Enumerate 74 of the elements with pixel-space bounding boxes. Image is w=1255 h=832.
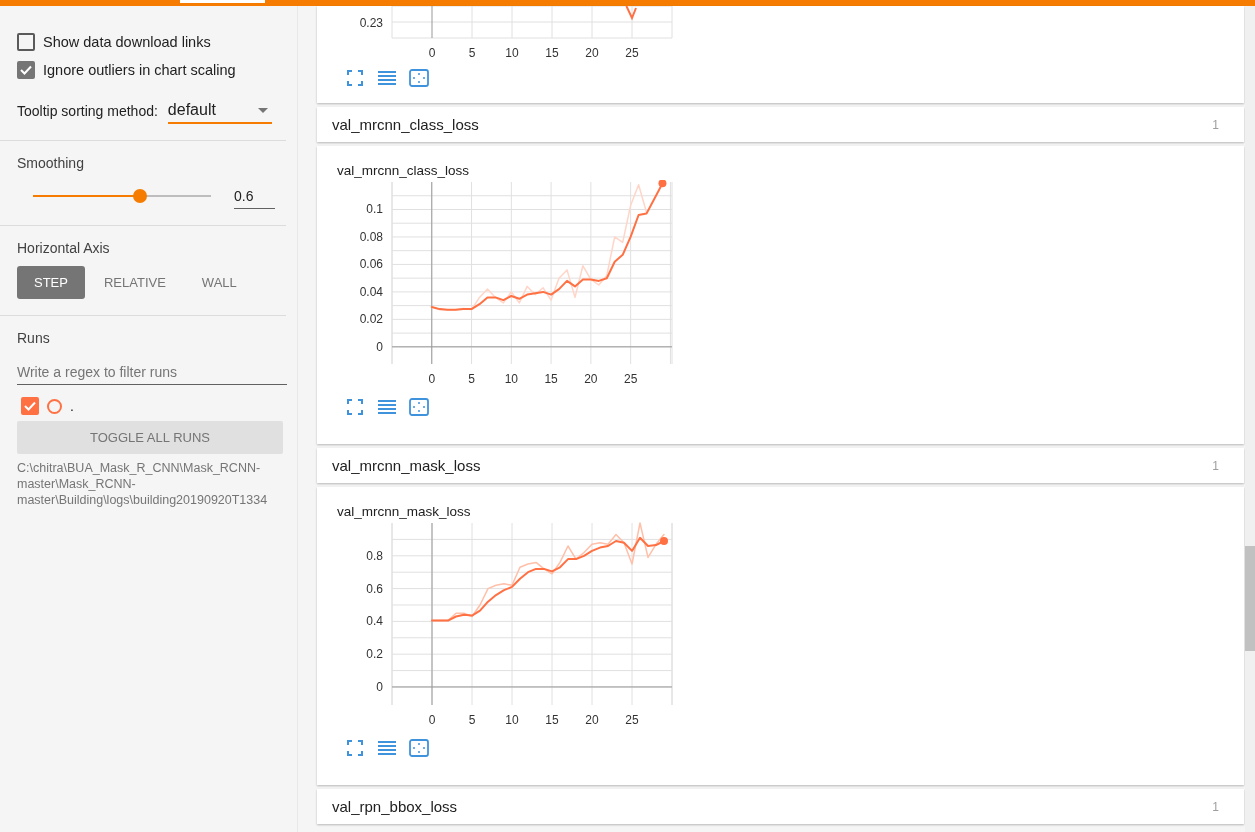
x-tick-label: 10 xyxy=(505,46,519,60)
y-tick-label: 0.8 xyxy=(366,548,383,563)
point-marker xyxy=(658,180,667,188)
section-title: Runs xyxy=(17,330,51,346)
x-tick-label: 25 xyxy=(625,713,639,727)
chart-title: val_mrcnn_class_loss xyxy=(337,163,471,178)
axis-option-button[interactable]: STEP xyxy=(17,266,85,299)
axis-option-button[interactable]: WALL xyxy=(184,266,254,299)
axis-line xyxy=(431,6,433,39)
category-count: 1 xyxy=(1212,117,1219,132)
category-count: 1 xyxy=(1212,458,1219,473)
checkbox-label: Ignore outliers in chart scaling xyxy=(43,62,236,78)
y-tick-label: 0.1 xyxy=(366,202,383,217)
toggle-all-runs-button[interactable]: TOGGLE ALL RUNS xyxy=(17,421,283,454)
tooltip-sorting-label: Tooltip sorting method: xyxy=(17,103,158,119)
y-tick-label: 0.6 xyxy=(366,581,383,596)
checkbox-label: Show data download links xyxy=(43,34,211,50)
x-tick-label: 5 xyxy=(468,46,476,60)
x-tick-label: 20 xyxy=(585,713,599,727)
section-title: Horizontal Axis xyxy=(17,240,111,256)
section-title: Smoothing xyxy=(17,155,85,171)
x-tick-label: 15 xyxy=(545,46,559,60)
y-tick-label: 0.4 xyxy=(366,614,383,629)
x-tick-label: 15 xyxy=(544,372,558,386)
x-tick-label: 25 xyxy=(625,46,639,60)
category-header[interactable]: val_rpn_bbox_loss 1 xyxy=(317,789,1244,824)
chart-title: val_mrcnn_mask_loss xyxy=(337,504,472,519)
fullscreen-icon[interactable] xyxy=(344,67,366,89)
scrollbar[interactable] xyxy=(1245,6,1255,832)
x-tick-label: 25 xyxy=(623,372,638,386)
x-tick-label: 15 xyxy=(545,713,559,727)
y-tick-label: 0.06 xyxy=(359,257,383,272)
run-color-circle xyxy=(47,398,62,414)
run-filter-input[interactable]: Write a regex to filter runs xyxy=(17,360,287,385)
category-header[interactable]: val_mrcnn_class_loss 1 xyxy=(317,107,1244,142)
category-title: val_rpn_bbox_loss xyxy=(332,798,458,815)
fullscreen-icon[interactable] xyxy=(344,737,366,759)
category-title: val_mrcnn_class_loss xyxy=(332,116,479,133)
x-tick-label: 0 xyxy=(428,46,436,60)
fit-domain-icon[interactable] xyxy=(408,67,430,89)
run-checkbox[interactable] xyxy=(21,397,39,415)
x-tick-label: 0 xyxy=(428,713,436,727)
category-header[interactable]: val_mrcnn_mask_loss 1 xyxy=(317,448,1244,483)
log-directory-path: C:\chitra\BUA_Mask_R_CNN\Mask_RCNN-master\Mask_RCNN-master\Building\logs\building20190920T1334 xyxy=(17,460,269,508)
slider-thumb[interactable] xyxy=(132,189,147,203)
x-tick-label: 20 xyxy=(584,372,598,386)
x-tick-label: 5 xyxy=(468,713,476,727)
y-tick-label: 0.02 xyxy=(359,312,383,327)
fit-domain-icon[interactable] xyxy=(408,396,430,418)
x-tick-label: 10 xyxy=(505,713,519,727)
category-title: val_mrcnn_mask_loss xyxy=(332,457,481,474)
run-label: . xyxy=(70,398,74,414)
y-tick-label: 0.23 xyxy=(359,16,383,30)
fullscreen-icon[interactable] xyxy=(344,396,366,418)
smoothing-input[interactable]: 0.6 xyxy=(234,183,275,209)
sorting-dropdown[interactable]: default xyxy=(167,98,272,124)
y-tick-label: 0 xyxy=(376,339,383,354)
y-tick-label: 0 xyxy=(376,679,383,694)
axis-option-button[interactable]: RELATIVE xyxy=(86,266,183,299)
x-tick-label: 0 xyxy=(428,372,436,386)
caret-icon xyxy=(257,107,268,113)
scrollbar-thumb[interactable] xyxy=(1245,546,1255,651)
category-count: 1 xyxy=(1212,799,1219,814)
y-tick-label: 0.08 xyxy=(359,229,383,244)
series-line xyxy=(625,6,637,21)
x-tick-label: 5 xyxy=(468,372,475,386)
fit-domain-icon[interactable] xyxy=(408,737,430,759)
y-tick-label: 0.04 xyxy=(359,284,383,299)
x-tick-label: 20 xyxy=(585,46,599,60)
checkbox[interactable] xyxy=(17,33,35,51)
y-tick-label: 0.2 xyxy=(366,647,383,662)
checkbox[interactable] xyxy=(17,61,35,79)
x-tick-label: 10 xyxy=(504,372,518,386)
point-marker xyxy=(660,537,668,546)
